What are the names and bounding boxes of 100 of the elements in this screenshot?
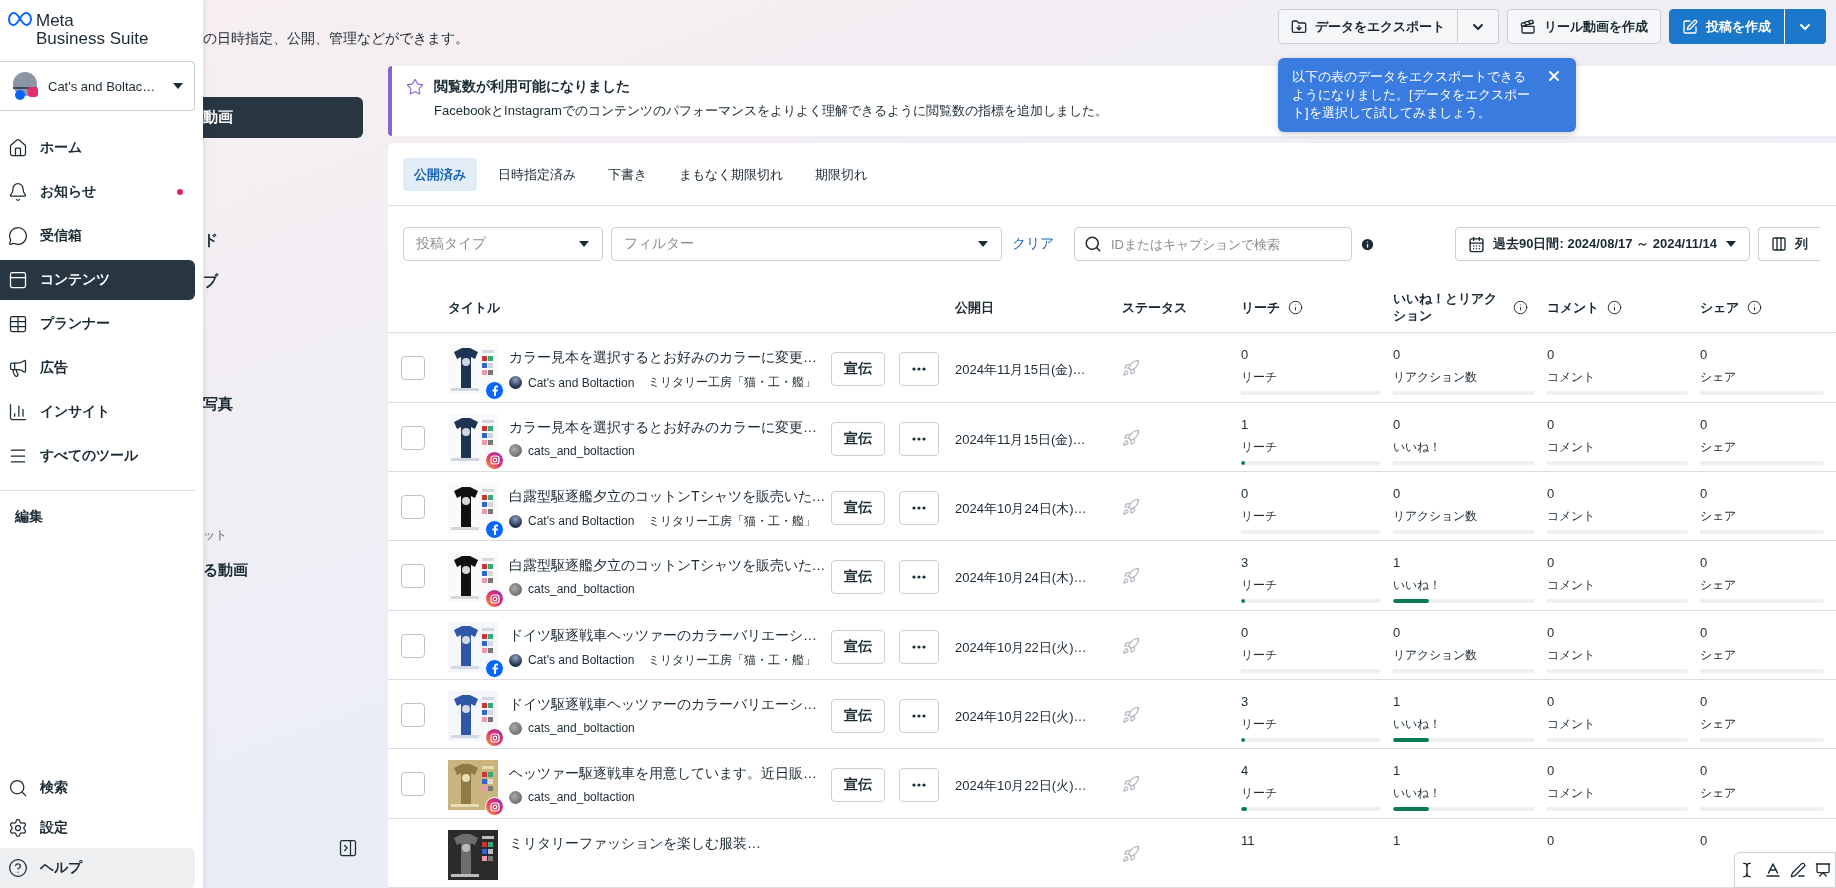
close-icon[interactable] xyxy=(1546,68,1562,84)
nav-item[interactable]: お知らせ xyxy=(0,172,195,212)
post-type-select[interactable]: 投稿タイプ xyxy=(403,227,603,261)
row-checkbox[interactable] xyxy=(401,772,425,797)
publish-date: 2024年11月15日(金)… xyxy=(955,430,1087,449)
export-dropdown-button[interactable] xyxy=(1458,9,1499,44)
more-button[interactable] xyxy=(899,768,939,803)
info-icon[interactable] xyxy=(1747,299,1762,315)
export-button[interactable]: データをエクスポート xyxy=(1278,9,1458,44)
metric-value: 0 xyxy=(1700,831,1708,849)
metric-label: リアクション数 xyxy=(1393,646,1477,664)
bar-chart-icon xyxy=(8,402,28,422)
promote-button[interactable]: 宣伝 xyxy=(831,352,885,387)
publish-date: 2024年11月15日(金)… xyxy=(955,361,1087,380)
help-icon xyxy=(8,858,28,878)
subnav-item[interactable]: る動画 xyxy=(203,550,363,591)
pen-icon[interactable] xyxy=(1790,862,1807,878)
post-title[interactable]: 白露型駆逐艦夕立のコットンTシャツを販売いた… xyxy=(509,488,826,506)
metric-label: いいね！ xyxy=(1393,577,1441,595)
nav-item[interactable]: すべてのツール xyxy=(0,436,195,476)
more-button[interactable] xyxy=(899,352,939,387)
more-button[interactable] xyxy=(899,699,939,733)
search-field[interactable]: IDまたはキャプションで検索 xyxy=(1074,227,1352,261)
info-icon[interactable] xyxy=(1288,299,1303,315)
metric-value: 1 xyxy=(1393,554,1401,572)
search-icon xyxy=(8,778,28,798)
subnav-item[interactable]: ド xyxy=(203,220,363,261)
infinity-logo-icon xyxy=(8,12,32,26)
subnav-item[interactable]: 動画 xyxy=(203,97,363,138)
columns-button[interactable]: 列 xyxy=(1758,227,1821,261)
metric-label: コメント xyxy=(1547,438,1595,456)
nav-item[interactable]: インサイト xyxy=(0,392,195,432)
subnav-item[interactable]: 写真 xyxy=(203,384,363,425)
row-checkbox[interactable] xyxy=(401,703,425,727)
more-button[interactable] xyxy=(899,491,939,525)
nav-item[interactable]: ホーム xyxy=(0,128,195,168)
post-title[interactable]: カラー見本を選択するとお好みのカラーに変更… xyxy=(509,349,817,368)
nav-item[interactable]: コンテンツ xyxy=(0,260,195,300)
nav-item[interactable]: ヘルプ xyxy=(0,848,195,888)
tab[interactable]: 日時指定済み xyxy=(487,158,587,191)
rocket-icon xyxy=(1122,844,1140,863)
tab[interactable]: 公開済み xyxy=(403,158,477,191)
promote-button[interactable]: 宣伝 xyxy=(831,699,885,733)
tab[interactable]: まもなく期限切れ xyxy=(668,158,794,191)
nav-item[interactable]: 受信箱 xyxy=(0,216,195,256)
star-icon xyxy=(406,78,424,96)
bell-icon xyxy=(8,182,28,202)
promote-button[interactable]: 宣伝 xyxy=(831,629,885,664)
date-range-button[interactable]: 過去90日間: 2024/08/17 ～ 2024/11/14 xyxy=(1455,227,1751,261)
calendar-icon xyxy=(1468,235,1485,253)
post-title[interactable]: 白露型駆逐艦夕立のコットンTシャツを販売いた… xyxy=(509,557,826,576)
row-checkbox[interactable] xyxy=(401,633,425,658)
promote-button[interactable]: 宣伝 xyxy=(831,560,885,595)
row-checkbox[interactable] xyxy=(401,356,425,381)
more-button[interactable] xyxy=(899,629,939,664)
info-icon[interactable] xyxy=(1513,299,1528,315)
post-title[interactable]: ミリタリーファッションを楽しむ服装… xyxy=(509,834,761,853)
compose-icon xyxy=(1682,18,1698,35)
create-post-dropdown-button[interactable] xyxy=(1784,9,1826,44)
row-checkbox[interactable] xyxy=(401,425,425,450)
tab[interactable]: 期限切れ xyxy=(804,158,878,191)
more-button[interactable] xyxy=(899,421,939,456)
promote-button[interactable]: 宣伝 xyxy=(831,768,885,803)
metric-label: シェア xyxy=(1700,646,1736,664)
metric-label: シェア xyxy=(1700,369,1736,387)
presentation-icon[interactable] xyxy=(1814,862,1831,878)
account-avatar xyxy=(509,376,522,390)
metric-value: 1 xyxy=(1241,415,1249,433)
post-title[interactable]: ドイツ駆逐戦車ヘッツァーのカラーバリエーシ… xyxy=(509,626,817,645)
collapse-panel-icon[interactable] xyxy=(338,838,358,858)
font-icon[interactable] xyxy=(1763,861,1782,879)
metric-value: 0 xyxy=(1547,693,1555,710)
post-title[interactable]: カラー見本を選択するとお好みのカラーに変更… xyxy=(509,418,817,437)
nav-item[interactable]: 検索 xyxy=(0,768,195,808)
row-checkbox[interactable] xyxy=(401,564,425,589)
info-icon[interactable] xyxy=(1607,299,1622,315)
promote-button[interactable]: 宣伝 xyxy=(831,491,885,525)
tab[interactable]: 下書き xyxy=(597,158,658,191)
clear-link[interactable]: クリア xyxy=(1012,235,1054,253)
settings-icon xyxy=(8,818,28,838)
publish-date: 2024年10月22日(火)… xyxy=(955,708,1088,726)
filter-select[interactable]: フィルター xyxy=(611,227,1002,261)
edit-link[interactable]: 編集 xyxy=(15,508,43,526)
metric-value: 0 xyxy=(1547,554,1555,572)
create-reel-button[interactable]: リール動画を作成 xyxy=(1507,9,1661,44)
subnav-item[interactable]: ブ xyxy=(203,261,363,302)
post-title[interactable]: ドイツ駆逐戦車ヘッツァーのカラーバリエーシ… xyxy=(509,696,817,714)
nav-item[interactable]: プランナー xyxy=(0,304,195,344)
nav-item[interactable]: 広告 xyxy=(0,348,195,388)
nav-item[interactable]: 設定 xyxy=(0,808,195,848)
metric-value: 3 xyxy=(1241,554,1249,572)
account-selector[interactable]: Cat's and Boltac… xyxy=(0,61,195,111)
create-post-button[interactable]: 投稿を作成 xyxy=(1669,9,1784,44)
column-header: シェア xyxy=(1700,298,1739,316)
metric-value: 1 xyxy=(1393,693,1401,710)
promote-button[interactable]: 宣伝 xyxy=(831,421,885,456)
account-name: Cat's and Boltaction xyxy=(528,375,635,390)
row-checkbox[interactable] xyxy=(401,495,425,519)
more-button[interactable] xyxy=(899,560,939,595)
post-title[interactable]: ヘッツァー駆逐戦車を用意しています。近日販… xyxy=(509,765,817,784)
